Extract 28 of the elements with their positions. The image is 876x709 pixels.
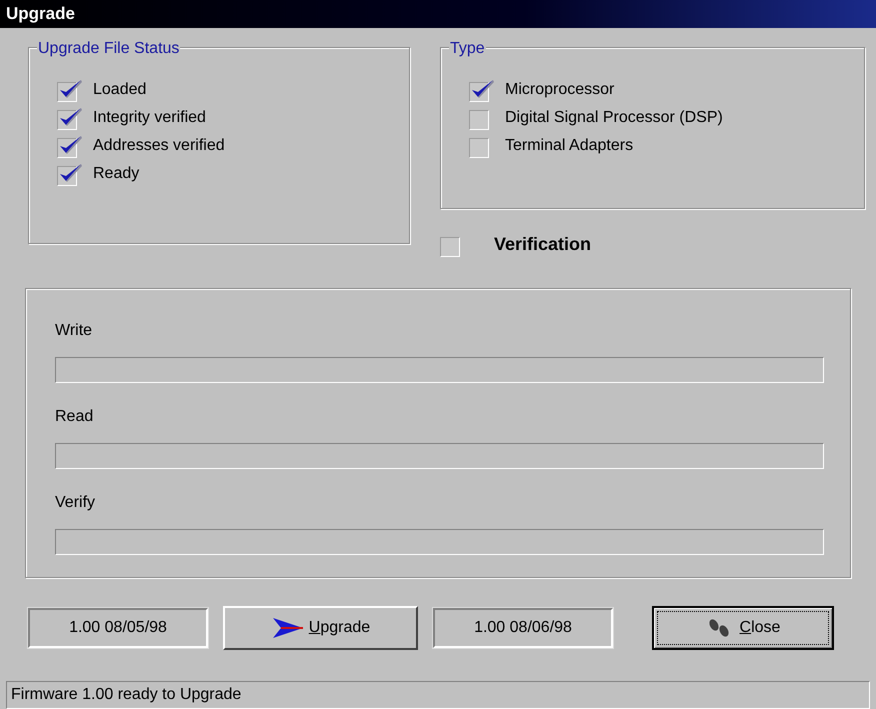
progress-label: Verify xyxy=(55,493,96,513)
checkbox-label: Integrity verified xyxy=(93,108,206,128)
checkmark-icon xyxy=(57,78,83,100)
checked-checkbox[interactable] xyxy=(469,78,495,102)
arrow-icon xyxy=(270,616,305,640)
checkbox-label: Ready xyxy=(93,164,140,184)
checkbox-label: Loaded xyxy=(93,80,146,100)
upgrade-button[interactable]: Upgrade xyxy=(223,606,418,650)
checkbox-label: Terminal Adapters xyxy=(505,136,634,156)
status-text: Firmware 1.00 ready to Upgrade xyxy=(11,685,242,705)
checkbox-label: Digital Signal Processor (DSP) xyxy=(505,108,723,128)
checked-checkbox[interactable] xyxy=(57,162,83,186)
version-field: 1.00 08/06/98 xyxy=(433,608,613,648)
progress-label: Read xyxy=(55,407,94,427)
checkmark-icon xyxy=(57,162,83,184)
close-button[interactable]: Close xyxy=(652,606,834,650)
checked-checkbox[interactable] xyxy=(57,134,83,158)
checkmark-icon xyxy=(469,78,495,100)
checked-checkbox[interactable] xyxy=(57,106,83,130)
verification-label: Verification xyxy=(494,233,592,256)
checkmark-icon xyxy=(57,134,83,156)
checkmark-icon xyxy=(57,106,83,128)
checkbox-label: Addresses verified xyxy=(93,136,225,156)
window-title: Upgrade xyxy=(6,3,75,26)
checked-checkbox[interactable] xyxy=(57,78,83,102)
progress-label: Write xyxy=(55,321,94,341)
version-field: 1.00 08/05/98 xyxy=(28,608,208,648)
checkbox-label: Microprocessor xyxy=(505,80,614,100)
